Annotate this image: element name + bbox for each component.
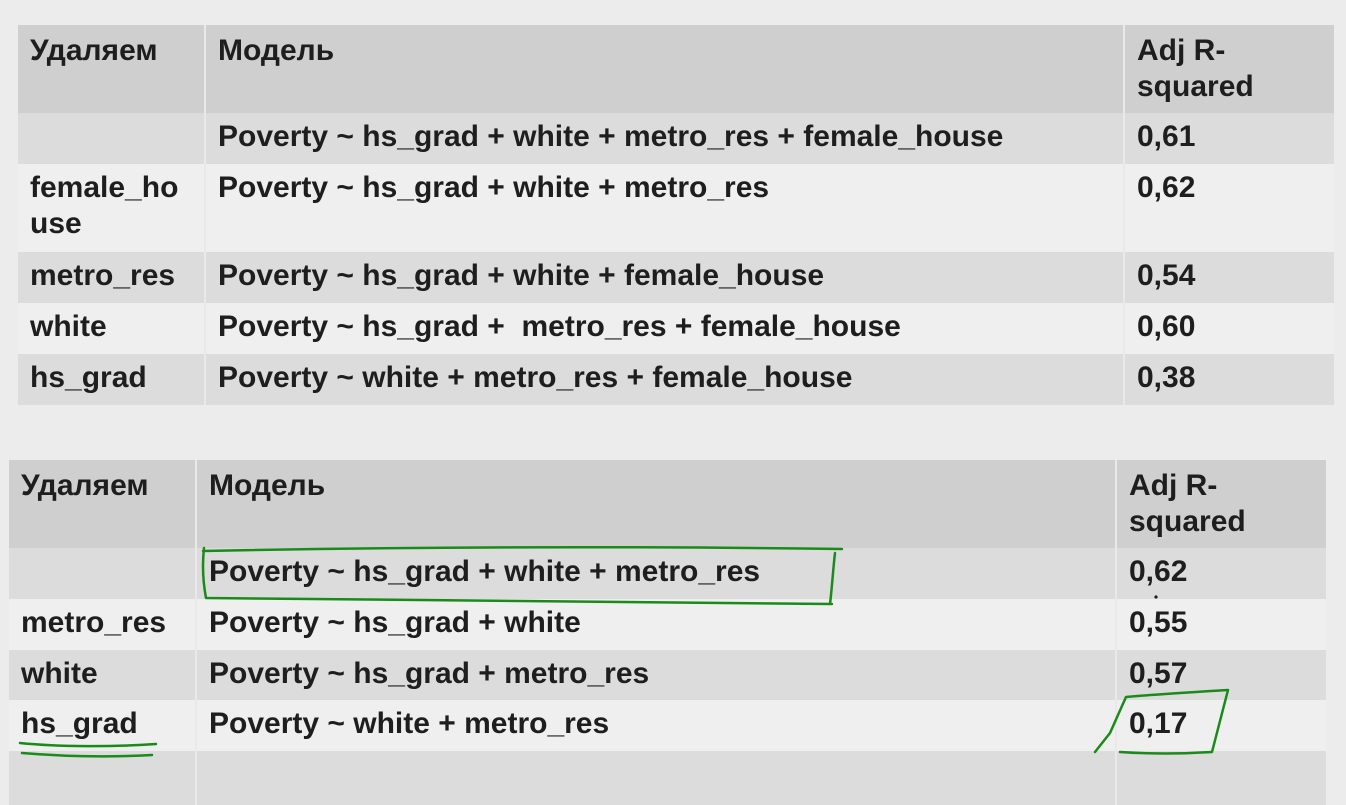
cell-model: Poverty ~ hs_grad + white <box>196 599 1117 650</box>
table-row: Poverty ~ hs_grad + white + metro_res + … <box>18 113 1334 164</box>
cell-adj: 0,54 <box>1124 252 1334 303</box>
header-model: Модель <box>205 25 1125 113</box>
table-row: white Poverty ~ hs_grad + metro_res + fe… <box>18 303 1334 354</box>
cell-remove: white <box>9 650 197 700</box>
cell-remove: hs_grad <box>18 354 206 405</box>
cell-model: Poverty ~ hs_grad + white + metro_res + … <box>205 113 1125 164</box>
table-row: metro_res Poverty ~ hs_grad + white 0,55 <box>9 599 1326 650</box>
table-row: female_house Poverty ~ hs_grad + white +… <box>18 164 1334 252</box>
model-table-2: Удаляем Модель Adj R-squared Poverty ~ h… <box>9 460 1326 805</box>
cell-model: Poverty ~ hs_grad + white + metro_res <box>205 164 1125 252</box>
cell-adj: 0,61 <box>1124 113 1334 164</box>
table-row: white Poverty ~ hs_grad + metro_res 0,57 <box>9 650 1326 700</box>
header-adj-r-squared: Adj R-squared <box>1116 460 1326 548</box>
table-row: hs_grad Poverty ~ white + metro_res 0,17 <box>9 700 1326 751</box>
cell-remove: metro_res <box>18 252 206 303</box>
table-row: hs_grad Poverty ~ white + metro_res + fe… <box>18 354 1334 405</box>
table-header: Удаляем Модель Adj R-squared <box>9 460 1326 548</box>
cell-model: Poverty ~ hs_grad + metro_res + female_h… <box>205 303 1125 354</box>
cell-remove: hs_grad <box>9 700 197 751</box>
cell-model: Poverty ~ hs_grad + white + female_house <box>205 252 1125 303</box>
model-table-1: Удаляем Модель Adj R-squared Poverty ~ h… <box>18 25 1334 405</box>
cell-remove: white <box>18 303 206 354</box>
cell-model: Poverty ~ white + metro_res <box>196 700 1117 751</box>
cell-adj: 0,38 <box>1124 354 1334 405</box>
cell-remove <box>9 548 197 599</box>
cell-adj: 0,17 <box>1116 700 1326 751</box>
cell-remove: female_house <box>18 164 206 252</box>
cell-adj: 0,60 <box>1124 303 1334 354</box>
header-remove: Удаляем <box>18 25 206 113</box>
cell-model: Poverty ~ hs_grad + metro_res <box>196 650 1117 700</box>
header-adj-r-squared: Adj R-squared <box>1124 25 1334 113</box>
cell-adj: 0,55 <box>1116 599 1326 650</box>
cell-model: Poverty ~ hs_grad + white + metro_res <box>196 548 1117 599</box>
header-remove: Удаляем <box>9 460 197 548</box>
cell-adj: 0,62 <box>1116 548 1326 599</box>
cell-remove: metro_res <box>9 599 197 650</box>
cell-model: Poverty ~ white + metro_res + female_hou… <box>205 354 1125 405</box>
table-header: Удаляем Модель Adj R-squared <box>18 25 1334 113</box>
cell-adj: 0,62 <box>1124 164 1334 252</box>
table-row: metro_res Poverty ~ hs_grad + white + fe… <box>18 252 1334 303</box>
cell-adj: 0,57 <box>1116 650 1326 700</box>
header-model: Модель <box>196 460 1117 548</box>
table-row-empty <box>9 751 1326 805</box>
table-row: Poverty ~ hs_grad + white + metro_res 0,… <box>9 548 1326 599</box>
cell-remove <box>18 113 206 164</box>
